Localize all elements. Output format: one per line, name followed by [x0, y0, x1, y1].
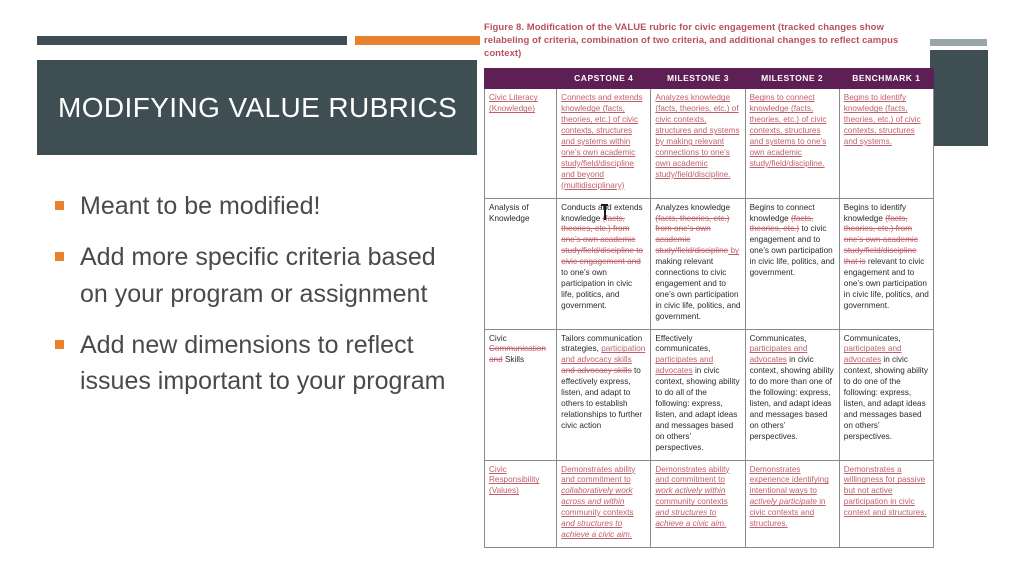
text-run: Analyzes knowledge [655, 202, 731, 212]
figure-panel: Figure 8. Modification of the VALUE rubr… [483, 22, 935, 576]
text-run: making relevant connections to civic eng… [655, 257, 741, 321]
table-header-benchmark-1: BENCHMARK 1 [838, 68, 935, 90]
list-item: Add more specific criteria based on your… [55, 239, 465, 312]
table-row: Civic Responsibility (Values) Demonstrate… [483, 459, 935, 548]
table-header-row: CAPSTONE 4 MILESTONE 3 MILESTONE 2 BENCHMAR… [483, 68, 935, 90]
text-run: Communicates, [749, 333, 807, 343]
inserted-text-run: community contexts [561, 508, 634, 518]
text-run: Civic [489, 333, 507, 343]
rubric-cell: Effectively communicates, participates a… [650, 328, 746, 461]
inserted-text-run: Demonstrates a willingness for passive b… [843, 464, 927, 518]
rubric-cell: Begins to connect knowledge (facts, theo… [744, 197, 840, 330]
deleted-text-run: (facts, theories, etc.) from one’s own a… [655, 213, 730, 256]
bullet-text: Add new dimensions to reflect issues imp… [80, 330, 446, 395]
text-run: to one’s own participation in civic life… [561, 268, 633, 310]
inserted-text-run: and structures to achieve a civic aim. [655, 508, 727, 529]
rubric-cell: Demonstrates ability and commitment to w… [650, 459, 746, 548]
rubric-cell: Begins to identify knowledge (facts, the… [838, 88, 935, 199]
rubric-cell: Analyzes knowledge (facts, theories, etc… [650, 197, 746, 330]
right-accent-bar-dark [930, 50, 988, 146]
right-accent-bar-gray [930, 39, 987, 46]
rubric-cell: Connects and extends knowledge (facts, t… [556, 88, 652, 199]
inserted-text-run: Connects and extends knowledge (facts, t… [561, 93, 643, 190]
inserted-text-run: work actively within [655, 486, 726, 496]
text-run: in civic context, showing ability to do … [655, 366, 740, 452]
inserted-text-run: Analyzes knowledge (facts, theories, etc… [655, 93, 740, 179]
deleted-text-run: and advocacy skills [561, 366, 632, 376]
criterion-cell: Civic Responsibility (Values) [483, 459, 558, 548]
table-header-corner [483, 68, 558, 90]
bullet-text: Add more specific criteria based on your… [80, 243, 436, 308]
page-title: MODIFYING VALUE RUBRICS [58, 91, 458, 123]
top-accent-bar-orange [355, 36, 480, 45]
bullet-text: Meant to be modified! [80, 192, 321, 220]
inserted-text-run: Demonstrates ability and commitment to [655, 464, 730, 485]
inserted-text-run: Demonstrates experience identifying inte… [749, 464, 829, 496]
table-body: Civic Literacy (Knowledge) Connects and e… [483, 88, 935, 548]
rubric-cell: Demonstrates a willingness for passive b… [838, 459, 935, 548]
inserted-text-run: by [728, 246, 740, 256]
inserted-text-run: and structures to achieve a civic aim. [561, 519, 633, 539]
slide-title-block: MODIFYING VALUE RUBRICS [37, 60, 477, 155]
bullet-square-icon [55, 201, 64, 210]
list-item: Add new dimensions to reflect issues imp… [55, 327, 465, 400]
inserted-text-run: Begins to connect knowledge (facts, theo… [749, 93, 827, 168]
text-cursor-artifact [601, 204, 607, 220]
inserted-text-run: community contexts [655, 497, 728, 507]
text-run: Effectively communicates, [655, 333, 711, 354]
inserted-text-run: Demonstrates ability and commitment to [561, 464, 636, 485]
rubric-cell: Demonstrates ability and commitment to c… [556, 459, 652, 548]
criterion-cell: Analysis of Knowledge [483, 197, 558, 330]
rubric-cell: Analyzes knowledge (facts, theories, etc… [650, 88, 746, 199]
rubric-cell: Demonstrates experience identifying inte… [744, 459, 840, 548]
text-run: Communicates, [843, 333, 901, 343]
inserted-text-run: Civic Literacy (Knowledge) [489, 93, 538, 114]
inserted-text-run: collaboratively work across and within [561, 486, 633, 507]
inserted-text-run: Civic Responsibility (Values) [489, 464, 540, 496]
table-row: Civic Communication and Skills Tailors co… [483, 328, 935, 461]
table-header-milestone-2: MILESTONE 2 [744, 68, 840, 90]
list-item: Meant to be modified! [55, 188, 465, 224]
rubric-cell: Begins to identify knowledge (facts, the… [838, 197, 935, 330]
text-run: in civic context, showing ability to do … [749, 355, 834, 441]
bullet-square-icon [55, 339, 64, 349]
text-run: to effectively express, listen, and adap… [561, 366, 643, 430]
rubric-cell: Communicates, participates and advocates… [838, 328, 935, 461]
text-run: Skills [502, 355, 525, 365]
criterion-cell: Civic Communication and Skills [483, 328, 558, 461]
text-run: Analysis of Knowledge [489, 202, 530, 223]
table-header-capstone-4: CAPSTONE 4 [556, 68, 652, 90]
table-row: Analysis of Knowledge Conducts and extend… [483, 197, 935, 330]
rubric-cell: Tailors communication strategies, partic… [556, 328, 652, 461]
table-row: Civic Literacy (Knowledge) Connects and e… [483, 88, 935, 199]
bullet-list: Meant to be modified! Add more specific c… [55, 188, 465, 414]
inserted-text-run: actively participate [749, 497, 817, 507]
text-run: in civic context, showing ability to do … [843, 355, 928, 441]
criterion-cell: Civic Literacy (Knowledge) [483, 88, 558, 199]
figure-caption: Figure 8. Modification of the VALUE rubr… [484, 22, 899, 59]
rubric-cell: Begins to connect knowledge (facts, theo… [744, 88, 840, 199]
table-header-milestone-3: MILESTONE 3 [650, 68, 746, 90]
rubric-table: CAPSTONE 4 MILESTONE 3 MILESTONE 2 BENCHMAR… [483, 68, 935, 548]
bullet-square-icon [55, 252, 64, 262]
top-accent-bar-dark [37, 36, 347, 45]
rubric-cell: Communicates, participates and advocates… [744, 328, 840, 461]
inserted-text-run: Begins to identify knowledge (facts, the… [843, 93, 921, 147]
